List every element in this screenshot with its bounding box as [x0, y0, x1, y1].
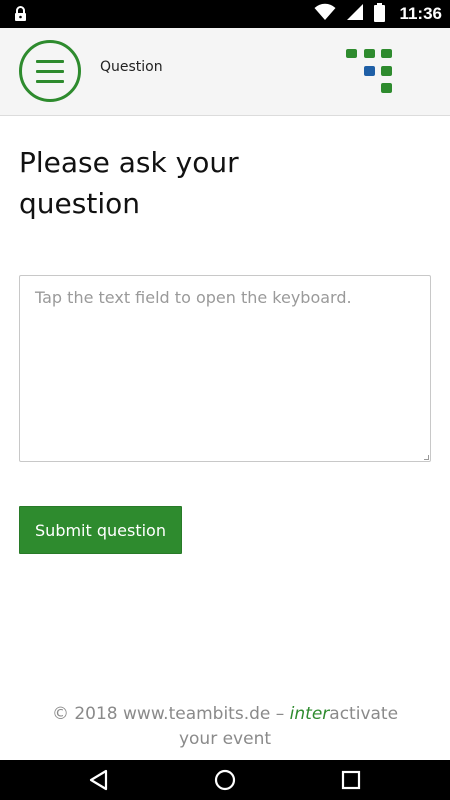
signal-icon: [346, 3, 364, 25]
back-icon[interactable]: [87, 768, 111, 796]
wifi-icon: [314, 3, 336, 25]
footer-rest-word: activate: [329, 704, 399, 724]
menu-button[interactable]: [19, 40, 81, 102]
navigation-bar: [0, 760, 450, 800]
submit-question-button[interactable]: Submit question: [19, 506, 182, 554]
status-bar: 11:36: [0, 0, 450, 28]
question-heading: Please ask your question: [19, 146, 239, 220]
footer-copyright: © 2018 www.teambits.de –: [51, 704, 285, 724]
home-icon[interactable]: [213, 768, 237, 796]
footer-tagline: your event: [178, 729, 272, 749]
battery-icon: [374, 2, 386, 26]
footer-accent-word: inter: [289, 704, 330, 724]
recents-icon[interactable]: [339, 768, 363, 796]
footer-line: © 2018 www.teambits.de – interactivate: [0, 702, 450, 727]
teambits-logo: [344, 46, 396, 94]
app-header: Question: [0, 28, 450, 116]
resize-handle[interactable]: [424, 455, 429, 460]
status-time: 11:36: [399, 4, 442, 23]
lock-icon: [14, 6, 27, 26]
footer: © 2018 www.teambits.de – interactivate y…: [0, 702, 450, 752]
page-title: Question: [100, 59, 163, 75]
question-textarea[interactable]: [19, 275, 431, 462]
